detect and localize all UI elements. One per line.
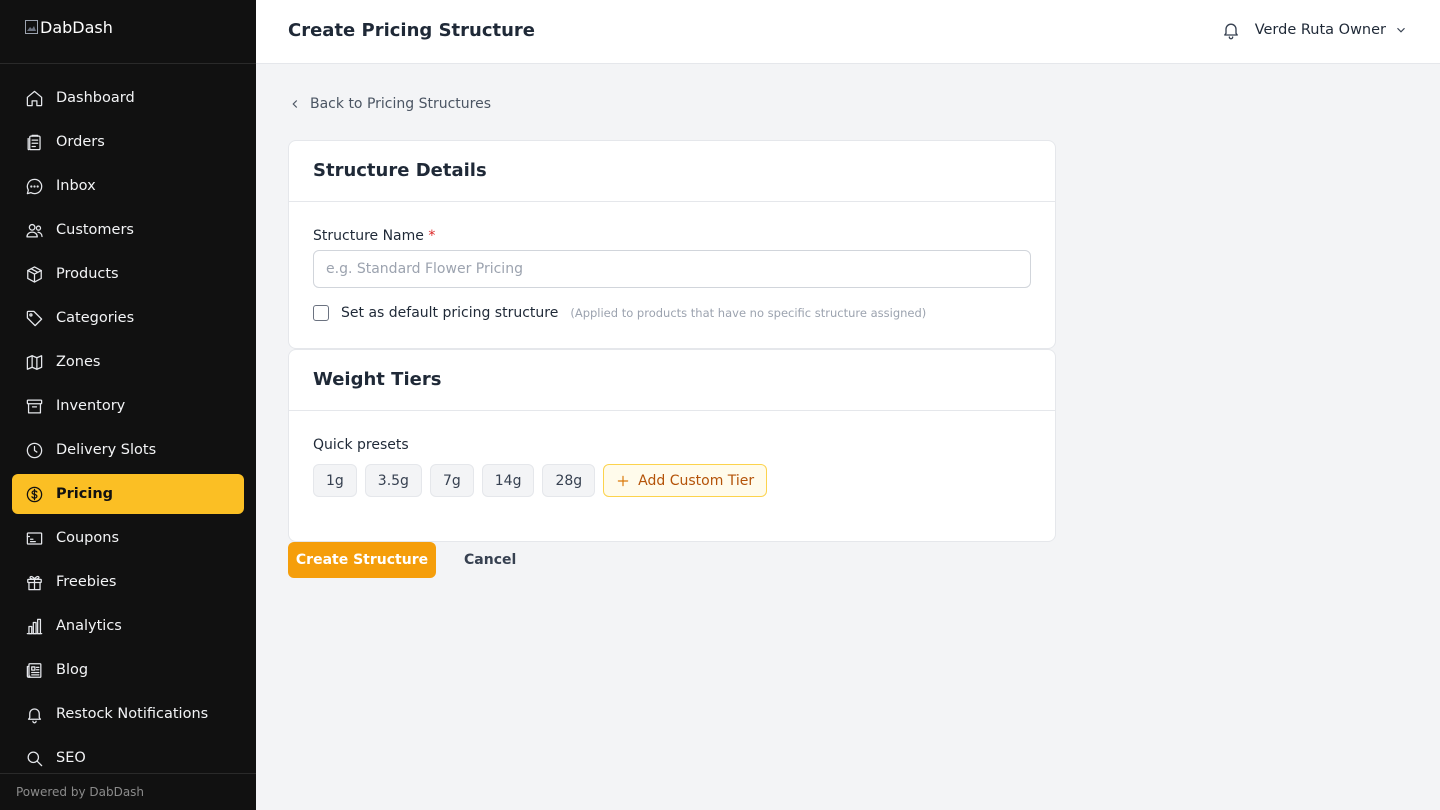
archive-icon [24,396,44,416]
brand-logo-alt: DabDash [40,18,113,37]
sidebar-item-orders[interactable]: Orders [12,122,244,162]
default-structure-row: Set as default pricing structure (Applie… [313,305,926,321]
sidebar-item-coupons[interactable]: Coupons [12,518,244,558]
sidebar-item-blog[interactable]: Blog [12,650,244,690]
weight-tiers-title: Weight Tiers [289,350,1055,411]
preset-chip-3-5g[interactable]: 3.5g [364,464,422,497]
ticket-icon [24,528,44,548]
sidebar-item-delivery-slots[interactable]: Delivery Slots [12,430,244,470]
sidebar-nav: Dashboard Orders Inbox Customers Product… [12,78,244,782]
bar-chart-icon [24,616,44,636]
sidebar-item-pricing[interactable]: Pricing [12,474,244,514]
header-right: Verde Ruta Owner [1221,20,1408,40]
sidebar-item-customers[interactable]: Customers [12,210,244,250]
chat-bubble-icon [24,176,44,196]
sidebar-item-freebies[interactable]: Freebies [12,562,244,602]
sidebar-item-label: Blog [56,662,89,678]
sidebar-item-label: Analytics [56,618,122,634]
map-icon [24,352,44,372]
weight-tiers-card: Weight Tiers Quick presets 1g 3.5g 7g 14… [288,349,1056,542]
sidebar-item-inventory[interactable]: Inventory [12,386,244,426]
sidebar-item-label: Orders [56,134,105,150]
structure-details-title: Structure Details [289,141,1055,202]
dollar-circle-icon [24,484,44,504]
brand-logo[interactable]: DabDash [24,18,232,37]
sidebar-item-restock-notifications[interactable]: Restock Notifications [12,694,244,734]
add-custom-tier-button[interactable]: Add Custom Tier [603,464,768,497]
brand: DabDash [0,0,256,64]
page-title: Create Pricing Structure [288,20,535,41]
sidebar-item-zones[interactable]: Zones [12,342,244,382]
users-icon [24,220,44,240]
newspaper-icon [24,660,44,680]
default-structure-checkbox[interactable] [313,305,329,321]
sidebar-item-label: Categories [56,310,135,326]
preset-chip-14g[interactable]: 14g [481,464,535,497]
sidebar-item-categories[interactable]: Categories [12,298,244,338]
create-structure-button[interactable]: Create Structure [288,542,436,578]
sidebar-item-label: Dashboard [56,90,135,106]
gift-icon [24,572,44,592]
structure-name-label: Structure Name * [313,228,435,244]
sidebar-item-label: Products [56,266,119,282]
structure-details-card: Structure Details Structure Name * Set a… [288,140,1056,349]
add-custom-tier-label: Add Custom Tier [638,472,755,489]
user-menu[interactable]: Verde Ruta Owner [1255,22,1408,38]
back-link-label: Back to Pricing Structures [310,96,492,112]
form-actions: Create Structure Cancel [288,542,516,578]
preset-chip-7g[interactable]: 7g [429,464,474,497]
sidebar-item-products[interactable]: Products [12,254,244,294]
broken-image-icon [24,19,40,35]
sidebar-item-label: Delivery Slots [56,442,157,458]
notifications-bell-icon[interactable] [1221,20,1241,40]
sidebar: DabDash Dashboard Orders Inbox Customers… [0,0,256,810]
bell-icon [24,704,44,724]
chevron-left-icon [292,100,298,108]
structure-name-input[interactable] [313,250,1031,288]
sidebar-footer: Powered by DabDash [0,773,256,810]
quick-presets-label: Quick presets [313,437,409,453]
preset-chip-28g[interactable]: 28g [542,464,596,497]
box-icon [24,264,44,284]
sidebar-item-seo[interactable]: SEO [12,738,244,778]
sidebar-item-label: Inbox [56,178,96,194]
sidebar-item-label: Freebies [56,574,117,590]
sidebar-item-label: Restock Notifications [56,706,209,722]
user-name: Verde Ruta Owner [1254,22,1386,38]
sidebar-item-label: Coupons [56,530,120,546]
tag-icon [24,308,44,328]
sidebar-item-analytics[interactable]: Analytics [12,606,244,646]
plus-icon [617,475,629,486]
home-icon [24,88,44,108]
sidebar-item-label: Pricing [56,486,114,502]
clock-icon [24,440,44,460]
sidebar-item-label: Zones [56,354,101,370]
quick-presets: 1g 3.5g 7g 14g 28g Add Custom Tier [313,464,768,497]
clipboard-icon [24,132,44,152]
top-header: Create Pricing Structure Verde Ruta Owne… [256,0,1440,64]
chevron-down-icon [1397,27,1405,33]
sidebar-item-inbox[interactable]: Inbox [12,166,244,206]
preset-chip-1g[interactable]: 1g [313,464,357,497]
default-structure-label[interactable]: Set as default pricing structure [341,305,558,321]
required-marker: * [428,228,436,244]
sidebar-item-label: SEO [56,750,86,766]
sidebar-item-dashboard[interactable]: Dashboard [12,78,244,118]
sidebar-item-label: Customers [56,222,134,238]
sidebar-item-label: Inventory [56,398,126,414]
search-icon [24,748,44,768]
cancel-button[interactable]: Cancel [464,552,516,568]
structure-name-label-text: Structure Name [313,228,424,244]
back-to-pricing-structures-link[interactable]: Back to Pricing Structures [288,96,491,112]
default-structure-hint: (Applied to products that have no specif… [570,306,927,320]
